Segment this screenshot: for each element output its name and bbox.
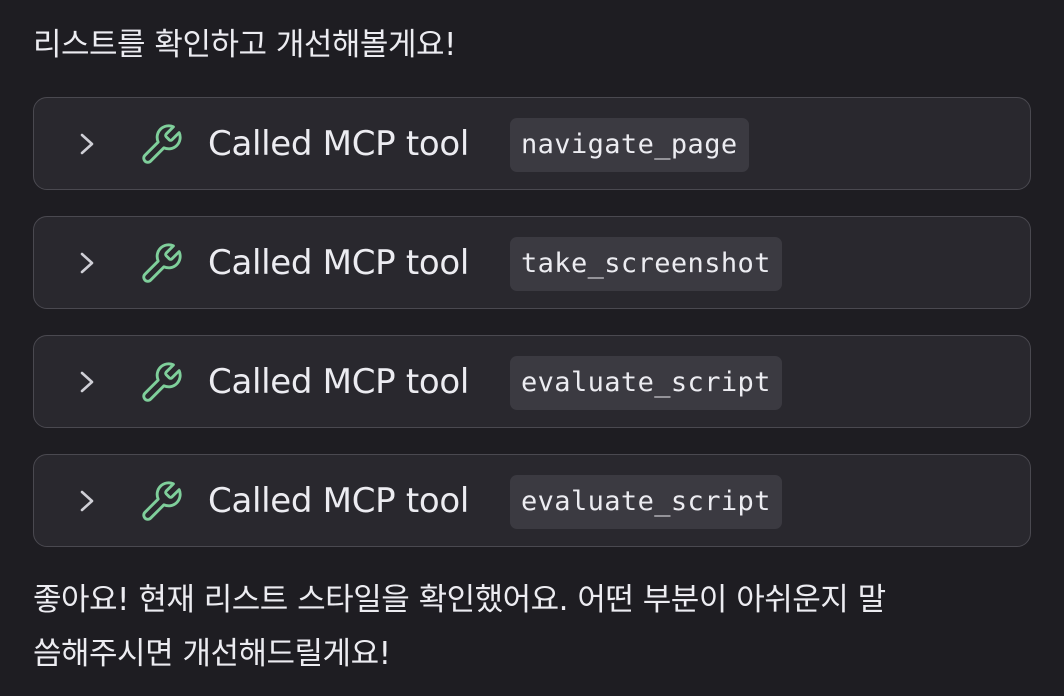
assistant-message-intro: 리스트를 확인하고 개선해볼게요! [33,27,456,63]
tool-call-evaluate-script-2[interactable]: Called MCP tool evaluate_script [33,454,1031,547]
outro-line-1: 좋아요! 현재 리스트 스타일을 확인했어요. 어떤 부분이 아쉬운지 말 [33,582,886,618]
tool-call-label: Called MCP tool [208,243,470,283]
wrench-icon [142,362,182,402]
tool-call-label: Called MCP tool [208,124,470,164]
tool-call-navigate-page[interactable]: Called MCP tool navigate_page [33,97,1031,190]
tool-name-badge: navigate_page [510,118,749,172]
tool-name-badge: evaluate_script [510,356,782,410]
wrench-icon [142,124,182,164]
tool-call-evaluate-script[interactable]: Called MCP tool evaluate_script [33,335,1031,428]
tool-name-badge: evaluate_script [510,475,782,529]
chevron-right-icon[interactable] [74,368,100,396]
wrench-icon [142,481,182,521]
assistant-message-outro: 좋아요! 현재 리스트 스타일을 확인했어요. 어떤 부분이 아쉬운지 말 씀해… [33,573,1033,681]
wrench-icon [142,243,182,283]
chevron-right-icon[interactable] [74,249,100,277]
tool-name-badge: take_screenshot [510,237,782,291]
tool-call-label: Called MCP tool [208,481,470,521]
chevron-right-icon[interactable] [74,487,100,515]
tool-call-label: Called MCP tool [208,362,470,402]
tool-call-take-screenshot[interactable]: Called MCP tool take_screenshot [33,216,1031,309]
outro-line-2: 씀해주시면 개선해드릴게요! [33,636,391,672]
chevron-right-icon[interactable] [74,130,100,158]
